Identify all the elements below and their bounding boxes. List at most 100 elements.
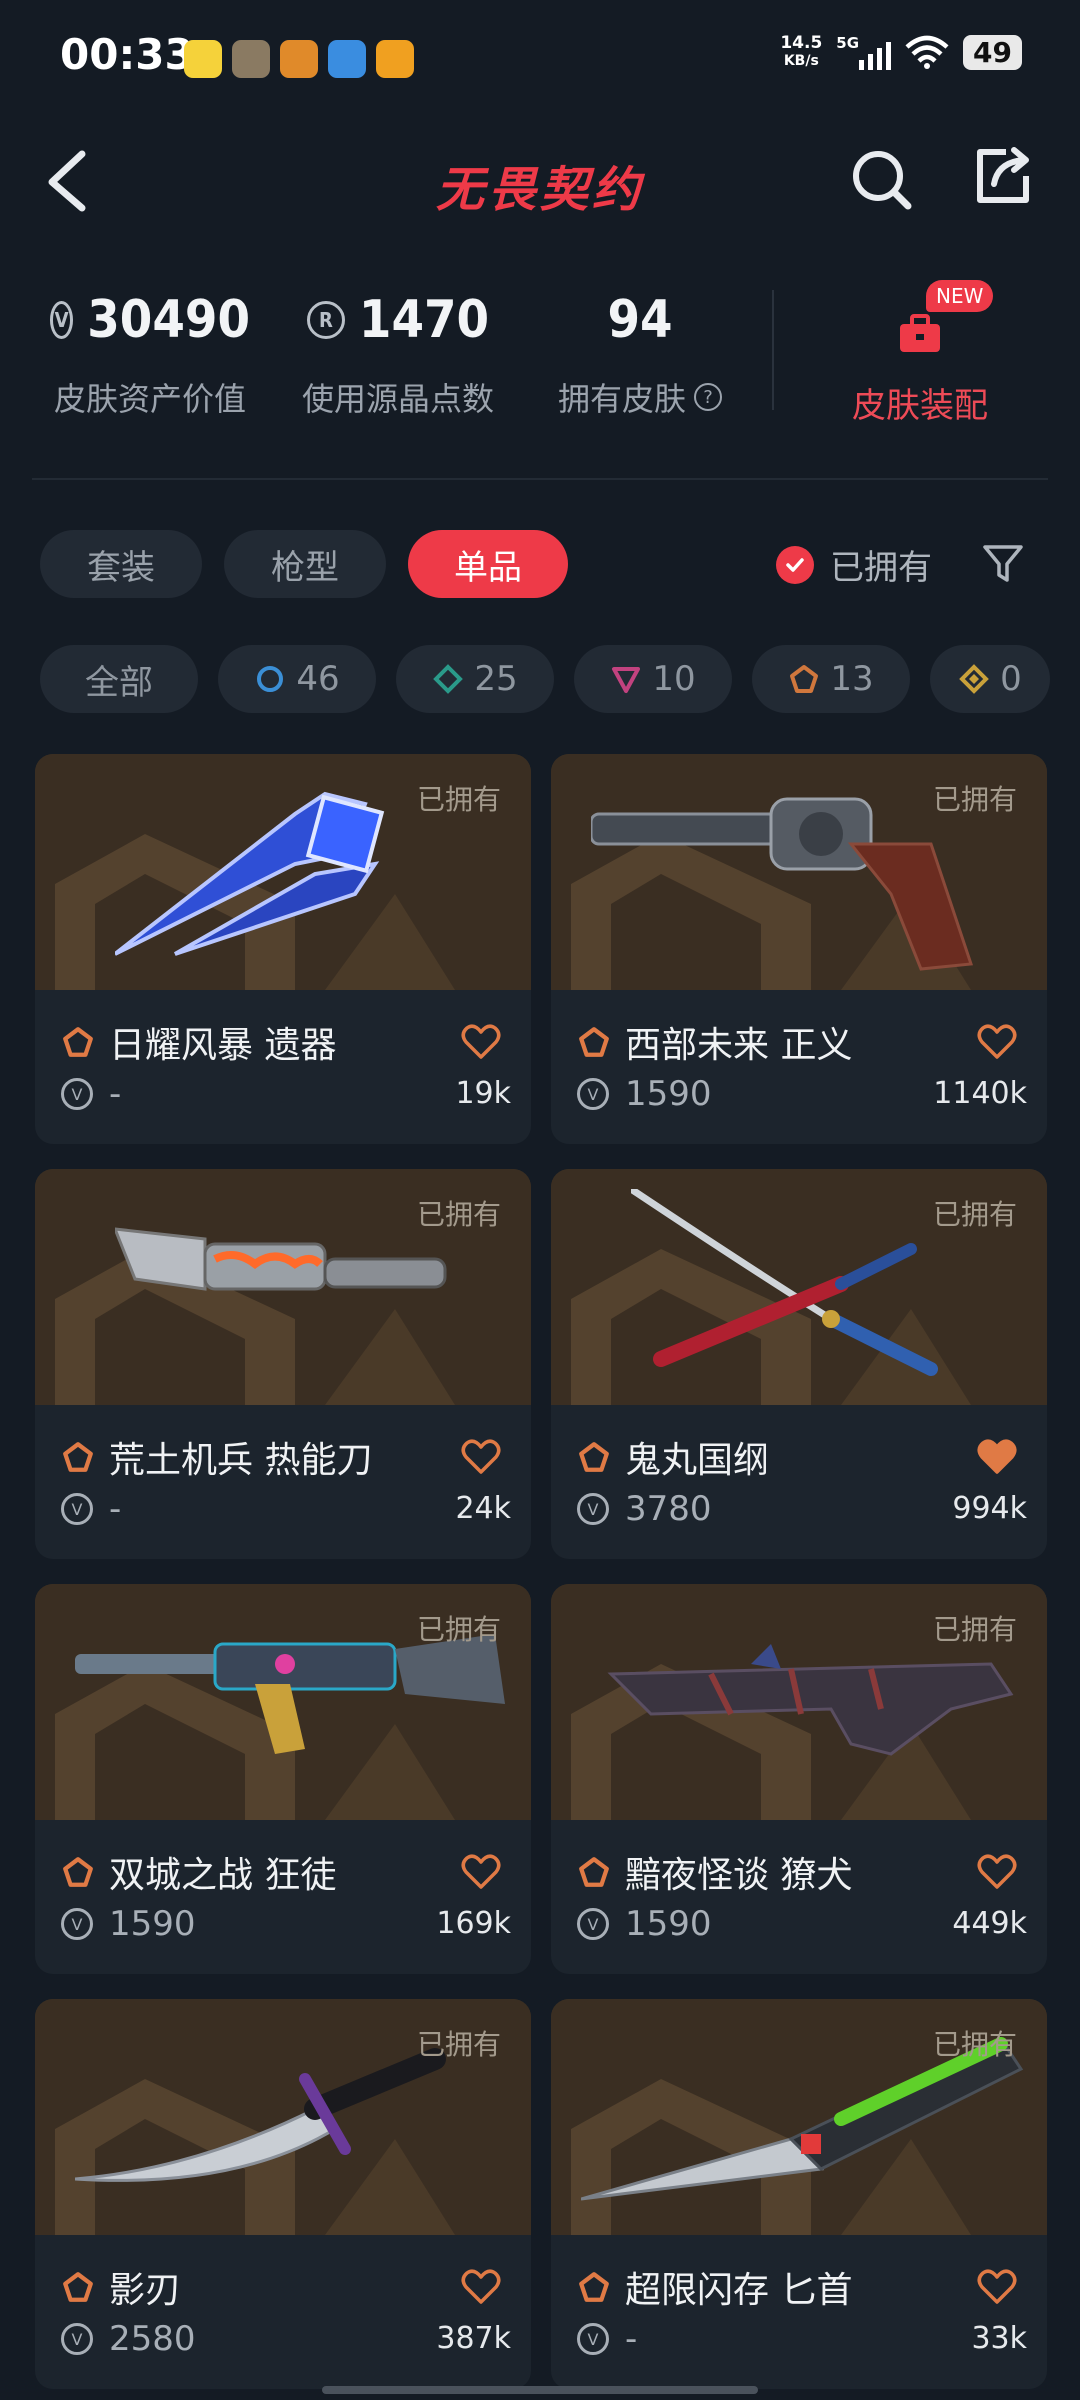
stat-owned: 94 拥有皮肤 ? [550,290,730,420]
weapon-image [607,1644,1014,1756]
skin-name: 日耀风暴 遗器 [109,1025,337,1066]
owned-tag: 已拥有 [416,783,501,816]
vp-coin-icon: V [577,2323,609,2355]
like-count: 24k [455,1491,511,1526]
tier-select[interactable]: 46 [218,645,376,713]
speed-unit: KB/s [783,53,819,69]
skin-price: - [109,1489,122,1529]
skin-card[interactable]: 已拥有 影刃 V 2580 387k [35,1999,531,2389]
price-row: V - [61,1489,121,1529]
status-indicators: 14.5 KB/s 5G 49 [780,34,1022,70]
tier-exclusive[interactable]: 13 [752,645,910,713]
weapon-image [631,1189,938,1376]
like-count: 169k [436,1906,511,1941]
skin-price: 1590 [625,1904,712,1944]
skin-image: 已拥有 [551,1169,1047,1405]
owned-tag: 已拥有 [932,783,1017,816]
price-row: V 1590 [577,1074,712,1114]
tab-bundles[interactable]: 套装 [40,530,202,598]
skin-name: 黯夜怪谈 獠犬 [625,1855,853,1896]
weapon-image [75,2048,446,2182]
skin-card[interactable]: 已拥有 黯夜怪谈 獠犬 V 1590 449k [551,1584,1047,1974]
tier-all[interactable]: 全部 [40,645,198,713]
tier-filter-row: 全部 46 25 10 13 0 [40,645,1050,713]
heart-icon[interactable] [461,1439,501,1475]
weapon-image [115,791,385,956]
notification-icons [184,40,414,78]
stat-points: R 1470 使用源晶点数 [298,290,498,420]
vp-coin-icon: V [61,1493,93,1525]
tier-exclusive-icon [790,665,819,693]
skin-image: 已拥有 [551,754,1047,990]
heart-icon[interactable] [977,2269,1017,2305]
owned-label: 拥有皮肤 [557,380,686,418]
like-count: 387k [436,2321,511,2356]
battery-icon: 49 [963,34,1022,70]
skin-price: 3780 [625,1489,712,1529]
tier-exclusive-icon [63,2272,93,2302]
heart-filled-icon[interactable] [977,1439,1017,1475]
skin-name: 影刃 [109,2270,182,2311]
skin-name: 超限闪存 匕首 [625,2270,853,2311]
tier-exclusive-icon [579,2272,609,2302]
tier-exclusive-icon [63,1442,93,1472]
skin-price: - [109,1074,122,1114]
skin-card[interactable]: 已拥有 双城之战 狂徒 V 1590 169k [35,1584,531,1974]
skin-price: - [625,2319,638,2359]
skin-name: 鬼丸国纲 [625,1440,770,1481]
tier-exclusive-icon [63,1857,93,1887]
skin-loadout-button[interactable]: NEW 皮肤装配 [820,280,1020,427]
owned-filter-toggle[interactable]: 已拥有 [776,540,932,589]
skin-card[interactable]: 已拥有 鬼丸国纲 V 3780 994k [551,1169,1047,1559]
stat-asset-value: V 30490 皮肤资产价值 [50,290,250,420]
vp-coin-icon: V [61,1078,93,1110]
briefcase-icon [900,314,940,352]
share-icon[interactable] [972,146,1034,208]
app-notification-icon [328,40,366,78]
heart-icon[interactable] [977,1024,1017,1060]
tier-premium[interactable]: 10 [574,645,732,713]
weapon-image [115,1227,447,1291]
skin-title-row: 荒土机兵 热能刀 [61,1431,372,1483]
owned-tag: 已拥有 [416,1613,501,1646]
page-title: 无畏契约 [435,162,644,218]
help-icon[interactable]: ? [694,383,722,411]
app-notification-icon [184,40,222,78]
signal-icon: 5G [836,34,892,70]
equip-label: 皮肤装配 [852,386,988,426]
tab-weapon-type[interactable]: 枪型 [224,530,386,598]
divider [772,290,774,410]
heart-icon[interactable] [977,1854,1017,1890]
tier-count: 10 [652,659,696,699]
heart-icon[interactable] [461,2269,501,2305]
skin-card[interactable]: 已拥有 日耀风暴 遗器 V - 19k [35,754,531,1144]
points-value: 1470 [358,290,490,350]
asset-value: 30490 [87,290,250,350]
tier-deluxe[interactable]: 25 [396,645,554,713]
heart-icon[interactable] [461,1024,501,1060]
skin-card[interactable]: 已拥有 超限闪存 匕首 V - 33k [551,1999,1047,2389]
tab-single-items[interactable]: 单品 [408,530,568,598]
like-count: 994k [952,1491,1027,1526]
tier-count: 13 [830,659,874,699]
filter-icon[interactable] [982,542,1024,584]
like-count: 449k [952,1906,1027,1941]
owned-value: 94 [607,290,673,350]
wifi-icon [905,35,949,69]
category-tabs: 套装 枪型 单品 [40,530,568,598]
tier-ultra[interactable]: 0 [930,645,1050,713]
tier-count: 25 [474,659,518,699]
skin-card[interactable]: 已拥有 荒土机兵 热能刀 V - 24k [35,1169,531,1559]
skin-name: 双城之战 狂徒 [109,1855,337,1896]
points-row: R 1470 [298,290,498,350]
search-icon[interactable] [850,148,914,212]
like-count: 1140k [933,1076,1027,1111]
skin-card[interactable]: 已拥有 西部未来 正义 V 1590 1140k [551,754,1047,1144]
home-indicator[interactable] [322,2386,758,2394]
skin-image: 已拥有 [35,1999,531,2235]
status-bar: 00:33 14.5 KB/s 5G 49 [0,0,1080,120]
heart-icon[interactable] [461,1854,501,1890]
vp-coin-icon: V [577,1493,609,1525]
tier-exclusive-icon [579,1857,609,1887]
skin-image: 已拥有 [551,1999,1047,2235]
